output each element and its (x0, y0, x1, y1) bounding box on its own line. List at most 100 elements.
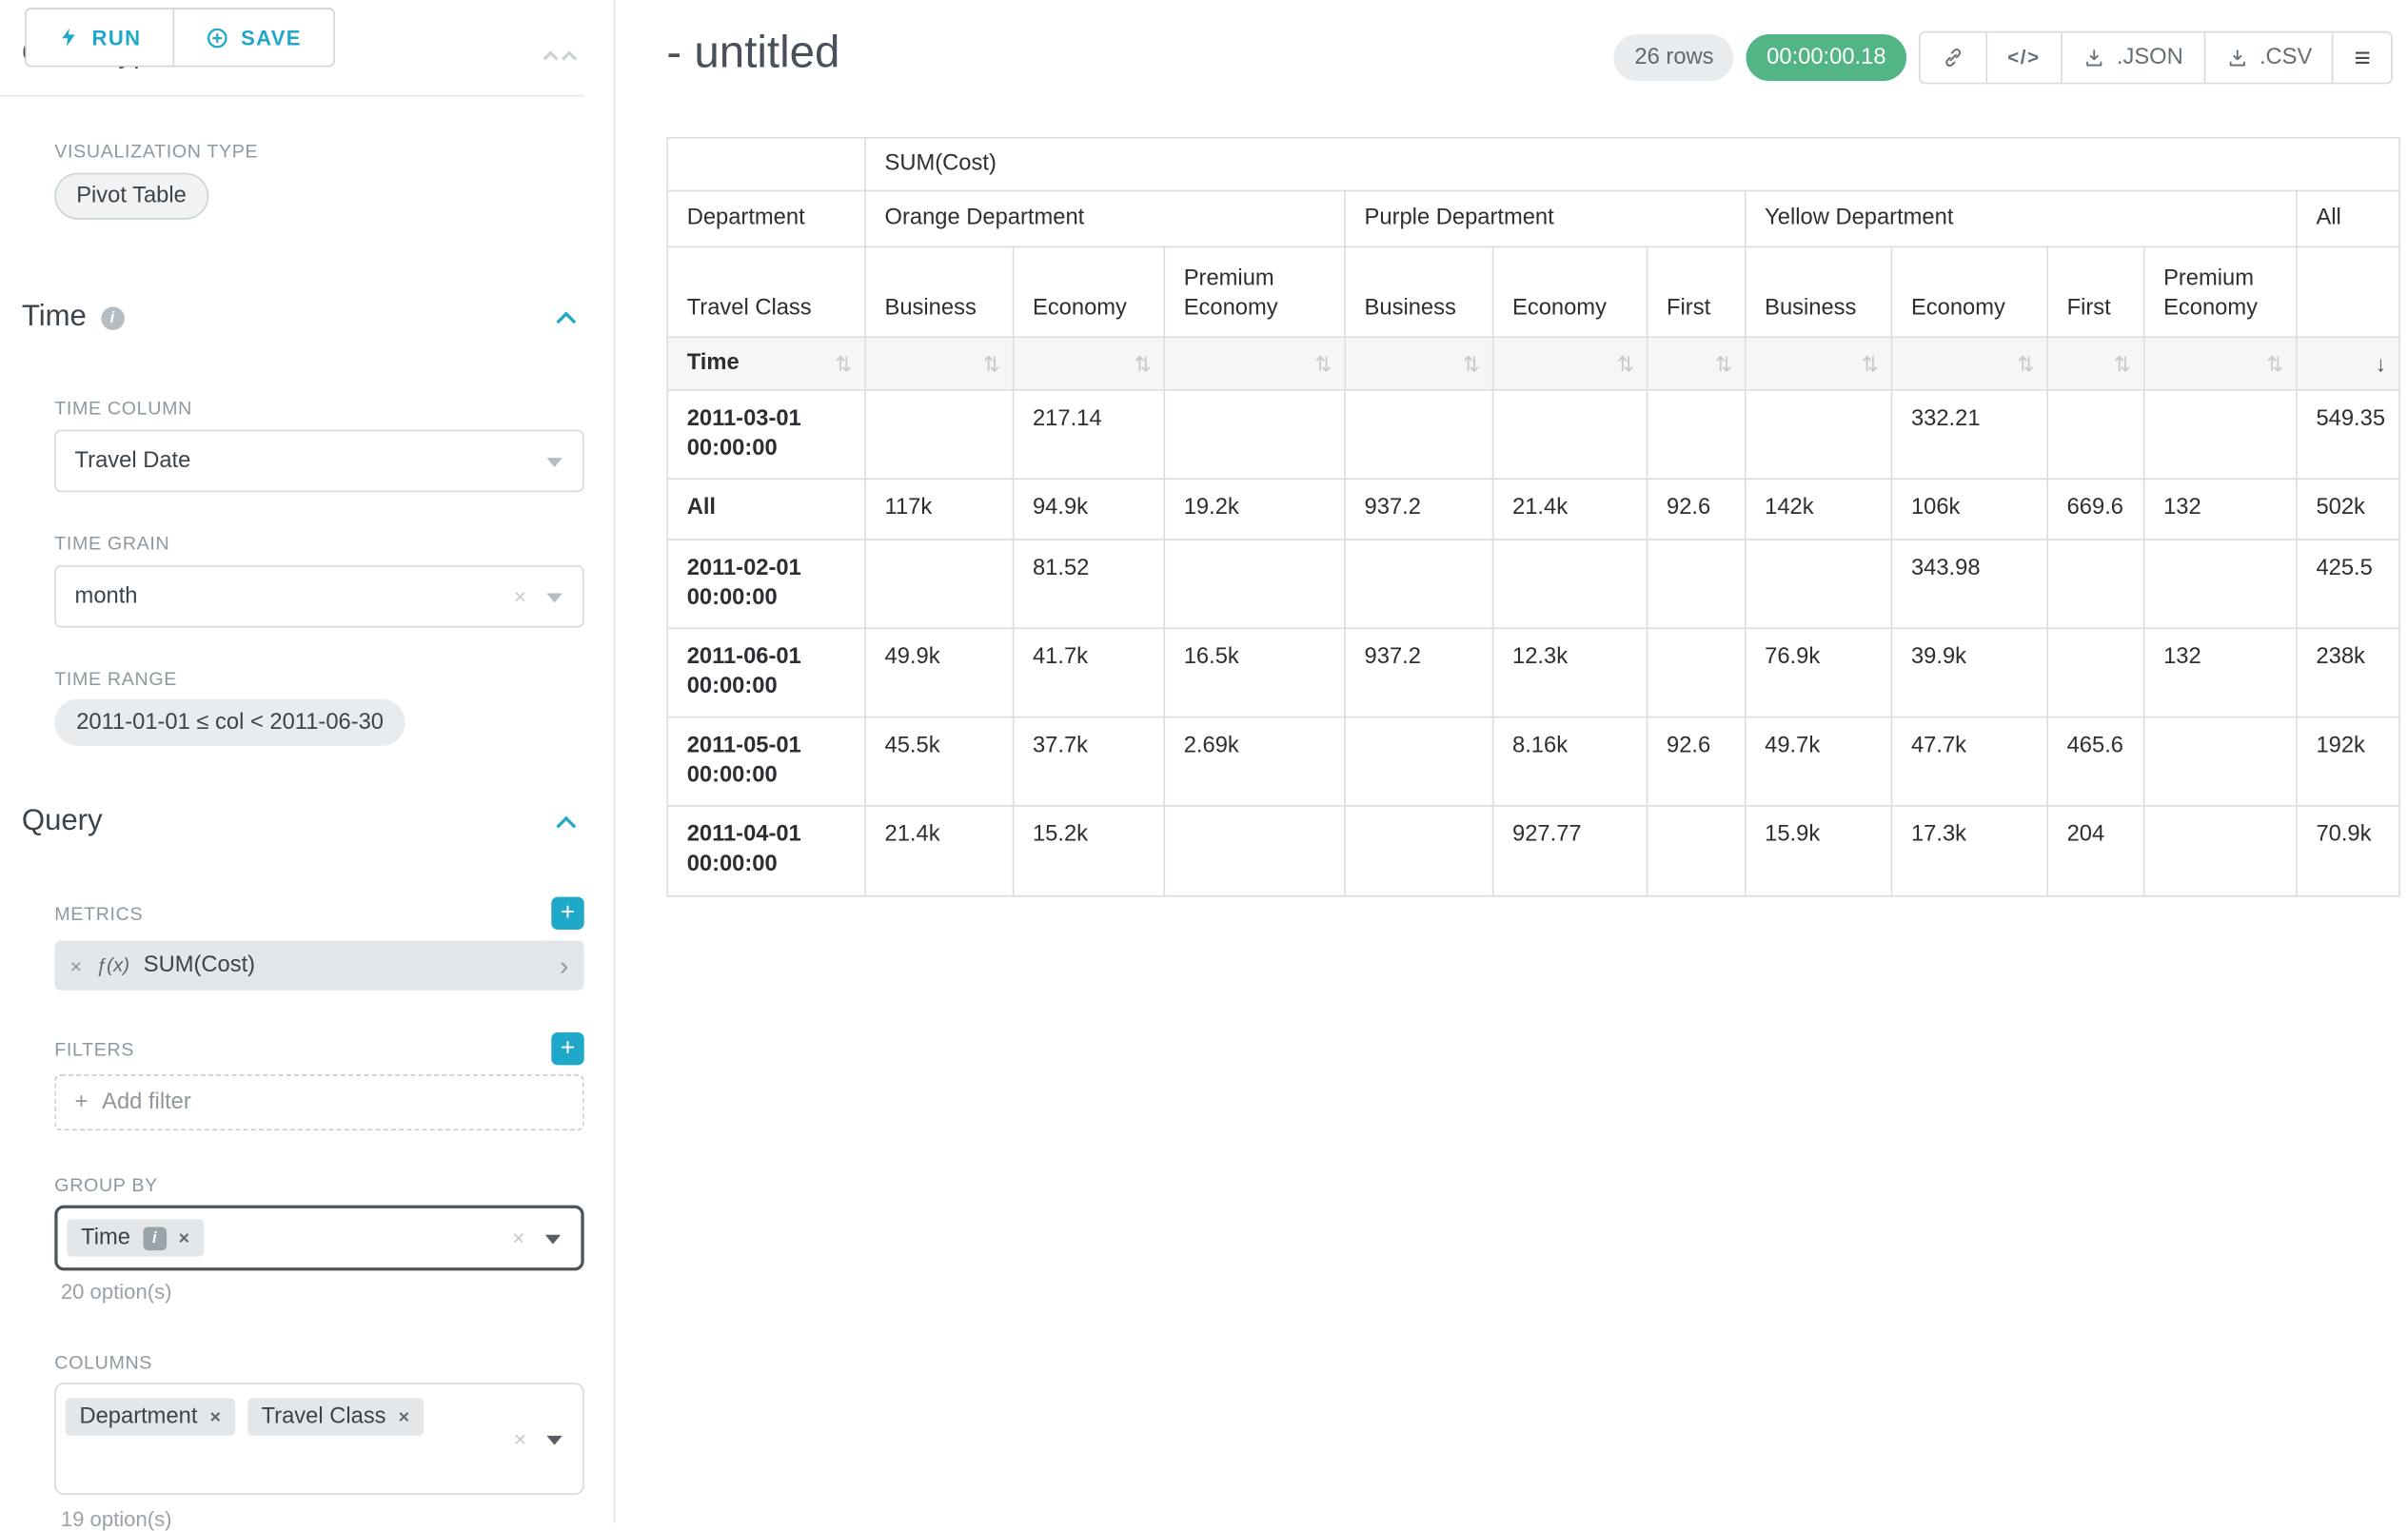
metric-item[interactable]: × ƒ(x) SUM(Cost) › (54, 940, 583, 990)
info-icon[interactable]: i (101, 306, 125, 330)
pivot-cell (1746, 539, 1892, 628)
pivot-table: SUM(Cost)DepartmentOrange DepartmentPurp… (666, 137, 2400, 896)
pivot-class-header: Business (1746, 247, 1892, 338)
pivot-cell: 76.9k (1746, 628, 1892, 717)
add-filter-button[interactable]: + (551, 1032, 583, 1065)
view-query-button[interactable]: </> (1985, 32, 2061, 82)
pivot-cell (1648, 539, 1746, 628)
group-by-pill[interactable]: Time i × (67, 1219, 204, 1256)
sort-icon[interactable]: ⇅ (1135, 350, 1152, 377)
sort-icon[interactable]: ⇅ (1314, 350, 1332, 377)
pivot-time-header: Time⇅ (667, 338, 865, 391)
pivot-cell: 15.9k (1746, 806, 1892, 895)
sort-icon[interactable]: ⇅ (2114, 350, 2131, 377)
pivot-class-header (2297, 247, 2399, 338)
pivot-cell: 21.4k (865, 806, 1013, 895)
query-collapse-chevron-icon[interactable] (556, 816, 576, 836)
run-button[interactable]: RUN (27, 10, 172, 66)
export-json-label: .JSON (2117, 45, 2183, 69)
save-button-label: SAVE (241, 26, 302, 49)
sort-icon[interactable]: ⇅ (2266, 350, 2283, 377)
columns-pill[interactable]: Travel Class × (247, 1399, 424, 1436)
time-grain-value: month (75, 584, 138, 609)
filters-label: FILTERS (54, 1039, 134, 1061)
pivot-row: 2011-04-01 00:00:0021.4k15.2k927.7715.9k… (667, 806, 2399, 895)
pivot-cell (1493, 390, 1648, 480)
menu-button[interactable]: ≡ (2333, 32, 2391, 82)
group-by-select[interactable]: Time i × × (54, 1206, 583, 1271)
pivot-cell: 132 (2144, 628, 2297, 717)
pivot-cell: 17.3k (1892, 806, 2048, 895)
pivot-cell (2144, 806, 2297, 895)
pivot-row: All117k94.9k19.2k937.221.4k92.6142k106k6… (667, 480, 2399, 539)
pivot-cell: 81.52 (1014, 539, 1165, 628)
chart-title[interactable]: - untitled (666, 28, 839, 79)
pivot-sort-cell: ⇅ (1014, 338, 1165, 391)
run-button-label: RUN (92, 26, 142, 49)
pivot-cell: 937.2 (1345, 480, 1492, 539)
save-button[interactable]: SAVE (174, 10, 333, 66)
clear-icon[interactable]: × (514, 584, 526, 609)
pivot-cell (1648, 390, 1746, 480)
pivot-cell (1493, 539, 1648, 628)
remove-pill-icon[interactable]: × (179, 1227, 189, 1249)
pivot-metric-header: SUM(Cost) (865, 138, 2399, 191)
info-icon[interactable]: i (143, 1227, 167, 1250)
export-csv-button[interactable]: .CSV (2203, 32, 2333, 82)
pivot-cell: 70.9k (2297, 806, 2399, 895)
pivot-row-header: 2011-02-01 00:00:00 (667, 539, 865, 628)
pivot-cell (865, 390, 1013, 480)
share-link-button[interactable] (1921, 32, 1986, 82)
visualization-type-pill[interactable]: Pivot Table (54, 173, 207, 220)
pivot-row: 2011-02-01 00:00:0081.52343.98425.5 (667, 539, 2399, 628)
visualization-type-label: VISUALIZATION TYPE (54, 140, 258, 162)
sort-icon[interactable]: ⇅ (835, 350, 852, 377)
chevron-down-icon (546, 1436, 562, 1453)
pivot-cell (1746, 390, 1892, 480)
sort-icon[interactable]: ⇅ (1617, 350, 1634, 377)
time-column-label: TIME COLUMN (54, 397, 192, 419)
pivot-cell (2144, 390, 2297, 480)
sort-icon[interactable]: ⇅ (983, 350, 1000, 377)
time-range-pill[interactable]: 2011-01-01 ≤ col < 2011-06-30 (54, 699, 405, 746)
pivot-class-header: Premium Economy (2144, 247, 2297, 338)
pivot-cell (1648, 628, 1746, 717)
pivot-class-header: Business (865, 247, 1013, 338)
time-section-heading: Time i (22, 301, 124, 335)
sort-icon[interactable]: ⇅ (1715, 350, 1732, 377)
remove-pill-icon[interactable]: × (210, 1406, 221, 1428)
sort-icon[interactable]: ⇅ (2017, 350, 2034, 377)
time-grain-select[interactable]: month × (54, 565, 583, 627)
time-range-label: TIME RANGE (54, 668, 177, 690)
clear-icon[interactable]: × (514, 1426, 526, 1451)
add-filter-dropzone[interactable]: + Add filter (54, 1074, 583, 1130)
columns-pill-label: Travel Class (262, 1404, 386, 1429)
remove-pill-icon[interactable]: × (399, 1406, 409, 1428)
export-json-button[interactable]: .JSON (2061, 32, 2203, 82)
export-button-group: </> .JSON .CSV ≡ (1919, 31, 2393, 85)
pivot-cell: 47.7k (1892, 717, 2048, 807)
pivot-cell: 549.35 (2297, 390, 2399, 480)
add-metric-button[interactable]: + (551, 897, 583, 930)
pivot-cell: 49.9k (865, 628, 1013, 717)
time-collapse-chevron-icon[interactable] (556, 312, 576, 332)
remove-metric-icon[interactable]: × (70, 953, 82, 977)
time-column-select[interactable]: Travel Date (54, 430, 583, 492)
section-divider (0, 95, 584, 97)
plus-circle-icon (205, 26, 228, 49)
columns-pill[interactable]: Department × (66, 1399, 235, 1436)
pivot-cell: 8.16k (1493, 717, 1648, 807)
collapse-carets-icon[interactable] (545, 53, 575, 64)
pivot-row: 2011-03-01 00:00:00217.14332.21549.35 (667, 390, 2399, 480)
time-column-value: Travel Date (75, 448, 191, 473)
sort-desc-icon[interactable]: ↓ (2376, 349, 2386, 378)
pivot-sort-cell: ⇅ (1892, 338, 2048, 391)
clear-icon[interactable]: × (512, 1226, 524, 1250)
columns-select[interactable]: Department × Travel Class × × (54, 1383, 583, 1495)
sort-icon[interactable]: ⇅ (1463, 350, 1480, 377)
pivot-column-group-header: Purple Department (1345, 190, 1746, 246)
pivot-cell (1164, 390, 1345, 480)
plus-icon: + (75, 1090, 89, 1115)
pivot-cell (865, 539, 1013, 628)
sort-icon[interactable]: ⇅ (1862, 350, 1879, 377)
